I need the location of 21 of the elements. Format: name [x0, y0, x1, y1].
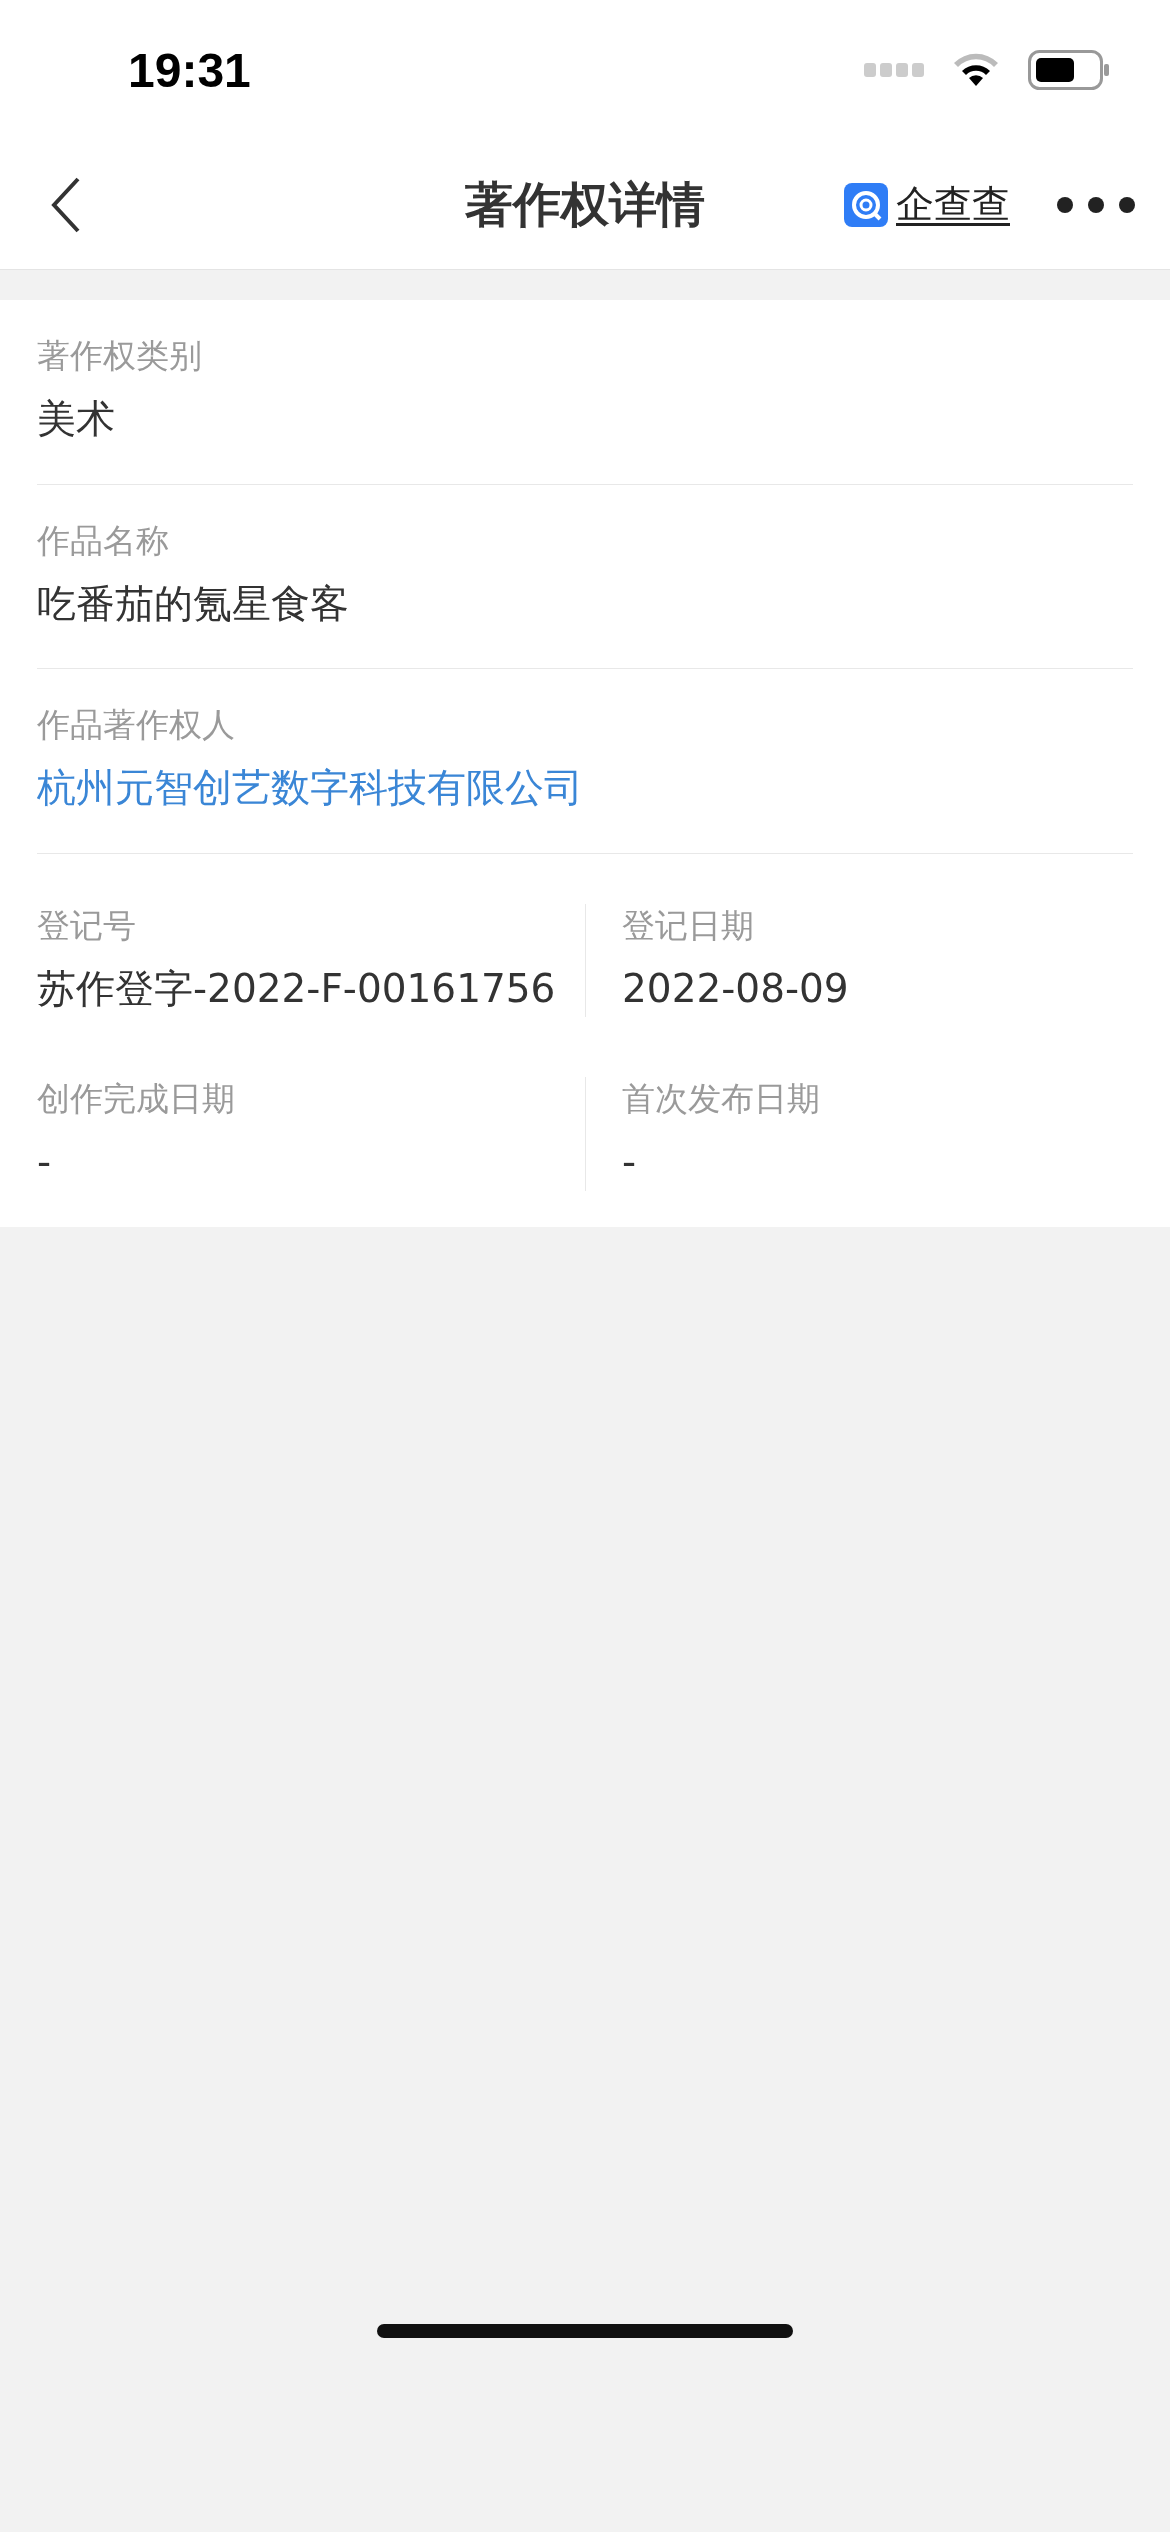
field-label: 登记日期	[622, 904, 755, 947]
field-value: 苏作登字-2022-F-00161756	[37, 964, 557, 1013]
field-label: 登记号	[37, 904, 137, 947]
field-value: 吃番茄的氪星食客	[37, 579, 350, 628]
field-value: -	[37, 1138, 53, 1187]
field-label: 作品名称	[37, 519, 170, 562]
field-label: 作品著作权人	[37, 704, 236, 747]
logo-icon	[844, 182, 888, 227]
field-label: 首次发布日期	[622, 1078, 821, 1121]
signal-icon	[864, 63, 924, 77]
page-title: 著作权详情	[465, 175, 705, 232]
field-label: 创作完成日期	[37, 1078, 236, 1121]
field-label: 著作权类别	[37, 335, 203, 377]
field-value: -	[622, 1138, 638, 1187]
brand-link[interactable]: 企查查	[844, 179, 1010, 230]
field-value: 2022-08-09	[622, 964, 850, 1013]
battery-icon	[1028, 50, 1110, 90]
field-value: 美术	[37, 395, 116, 443]
status-time: 19:31	[128, 42, 251, 98]
wifi-icon	[952, 52, 1000, 88]
owner-link[interactable]: 杭州元智创艺数字科技有限公司	[37, 760, 1133, 817]
